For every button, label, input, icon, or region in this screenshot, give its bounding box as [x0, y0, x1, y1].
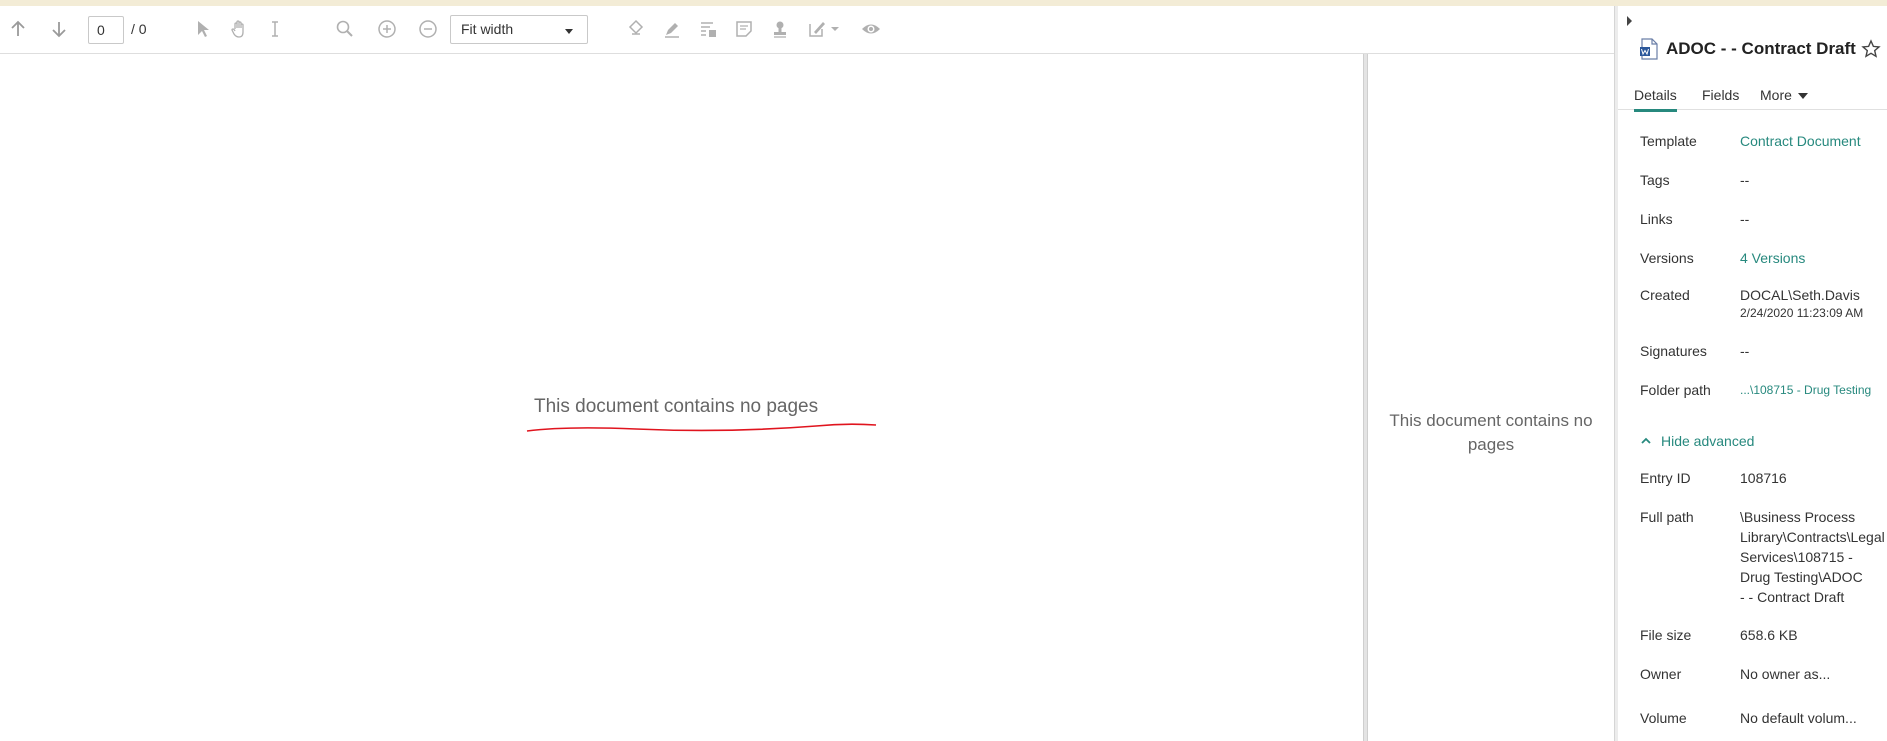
- arrow-up-icon[interactable]: [6, 17, 30, 41]
- annotate-dropdown-icon[interactable]: [806, 17, 842, 41]
- versions-link[interactable]: 4 Versions: [1740, 250, 1805, 266]
- sticky-note-icon[interactable]: [732, 17, 756, 41]
- select-pointer-icon[interactable]: [191, 17, 215, 41]
- owner-value[interactable]: No owner as...: [1740, 666, 1830, 682]
- text-cursor-icon[interactable]: [263, 17, 287, 41]
- chevron-down-icon: [1797, 93, 1808, 100]
- empty-document-message: This document contains no pages: [534, 396, 819, 417]
- full-path-value: \Business Process Library\Contracts\Lega…: [1740, 509, 1885, 605]
- redact-icon[interactable]: [624, 17, 648, 41]
- created-date: 2/24/2020 11:23:09 AM: [1740, 306, 1864, 320]
- versions-label: Versions: [1640, 250, 1694, 266]
- word-document-icon: [1640, 38, 1658, 60]
- file-size-value: 658.6 KB: [1740, 627, 1798, 643]
- highlight-icon[interactable]: [660, 17, 684, 41]
- zoom-select[interactable]: Fit width: [450, 15, 588, 44]
- volume-label: Volume: [1640, 710, 1687, 726]
- signatures-value: --: [1740, 343, 1750, 359]
- zoom-magnifier-icon[interactable]: [333, 17, 357, 41]
- chevron-down-icon: [565, 29, 573, 34]
- show-annotations-icon[interactable]: [859, 17, 883, 41]
- collapse-pane-icon[interactable]: [1627, 16, 1632, 26]
- tab-more[interactable]: More: [1760, 87, 1808, 103]
- created-user: DOCAL\Seth.Davis: [1740, 287, 1860, 303]
- file-size-label: File size: [1640, 627, 1692, 643]
- page-number-input[interactable]: [88, 16, 124, 44]
- star-icon[interactable]: [1861, 39, 1881, 59]
- arrow-down-icon[interactable]: [47, 17, 71, 41]
- chevron-up-icon: [1641, 437, 1651, 444]
- links-label: Links: [1640, 211, 1673, 227]
- full-path-label: Full path: [1640, 509, 1694, 525]
- document-page-area[interactable]: This document contains no pages: [0, 54, 1363, 741]
- signatures-label: Signatures: [1640, 343, 1707, 359]
- volume-value[interactable]: No default volum...: [1740, 710, 1857, 726]
- template-link[interactable]: Contract Document: [1740, 133, 1861, 149]
- document-viewer: / 0 Fit width: [0, 6, 1614, 741]
- links-value: --: [1740, 211, 1750, 227]
- text-box-icon[interactable]: [696, 17, 720, 41]
- entry-id-value: 108716: [1740, 470, 1787, 486]
- tags-label: Tags: [1640, 172, 1670, 188]
- zoom-in-icon[interactable]: [375, 17, 399, 41]
- stamp-icon[interactable]: [768, 17, 792, 41]
- thumbnail-pane: This document contains no pages: [1368, 54, 1614, 741]
- created-label: Created: [1640, 287, 1690, 303]
- metadata-pane: ADOC - - Contract Draft Details Fields M…: [1618, 6, 1887, 741]
- red-underline-annotation: [526, 423, 877, 432]
- folder-path-link[interactable]: ...\108715 - Drug Testing: [1740, 383, 1871, 397]
- zoom-out-icon[interactable]: [416, 17, 440, 41]
- tab-more-label: More: [1760, 87, 1792, 103]
- pan-hand-icon[interactable]: [227, 17, 251, 41]
- owner-label: Owner: [1640, 666, 1682, 682]
- tab-details[interactable]: Details: [1634, 87, 1677, 112]
- viewer-toolbar: / 0 Fit width: [0, 6, 1614, 54]
- hide-advanced-label: Hide advanced: [1661, 433, 1755, 449]
- hide-advanced-toggle[interactable]: Hide advanced: [1640, 433, 1754, 449]
- entry-id-label: Entry ID: [1640, 470, 1691, 486]
- template-label: Template: [1640, 133, 1697, 149]
- page-total-label: / 0: [131, 21, 147, 37]
- tab-fields[interactable]: Fields: [1702, 87, 1739, 103]
- zoom-select-value: Fit width: [461, 21, 514, 37]
- thumbnail-empty-message: This document contains no pages: [1389, 411, 1593, 454]
- tags-value: --: [1740, 172, 1750, 188]
- document-title: ADOC - - Contract Draft: [1666, 39, 1856, 58]
- metadata-tabs: Details Fields More: [1618, 80, 1887, 112]
- folder-path-label: Folder path: [1640, 382, 1711, 398]
